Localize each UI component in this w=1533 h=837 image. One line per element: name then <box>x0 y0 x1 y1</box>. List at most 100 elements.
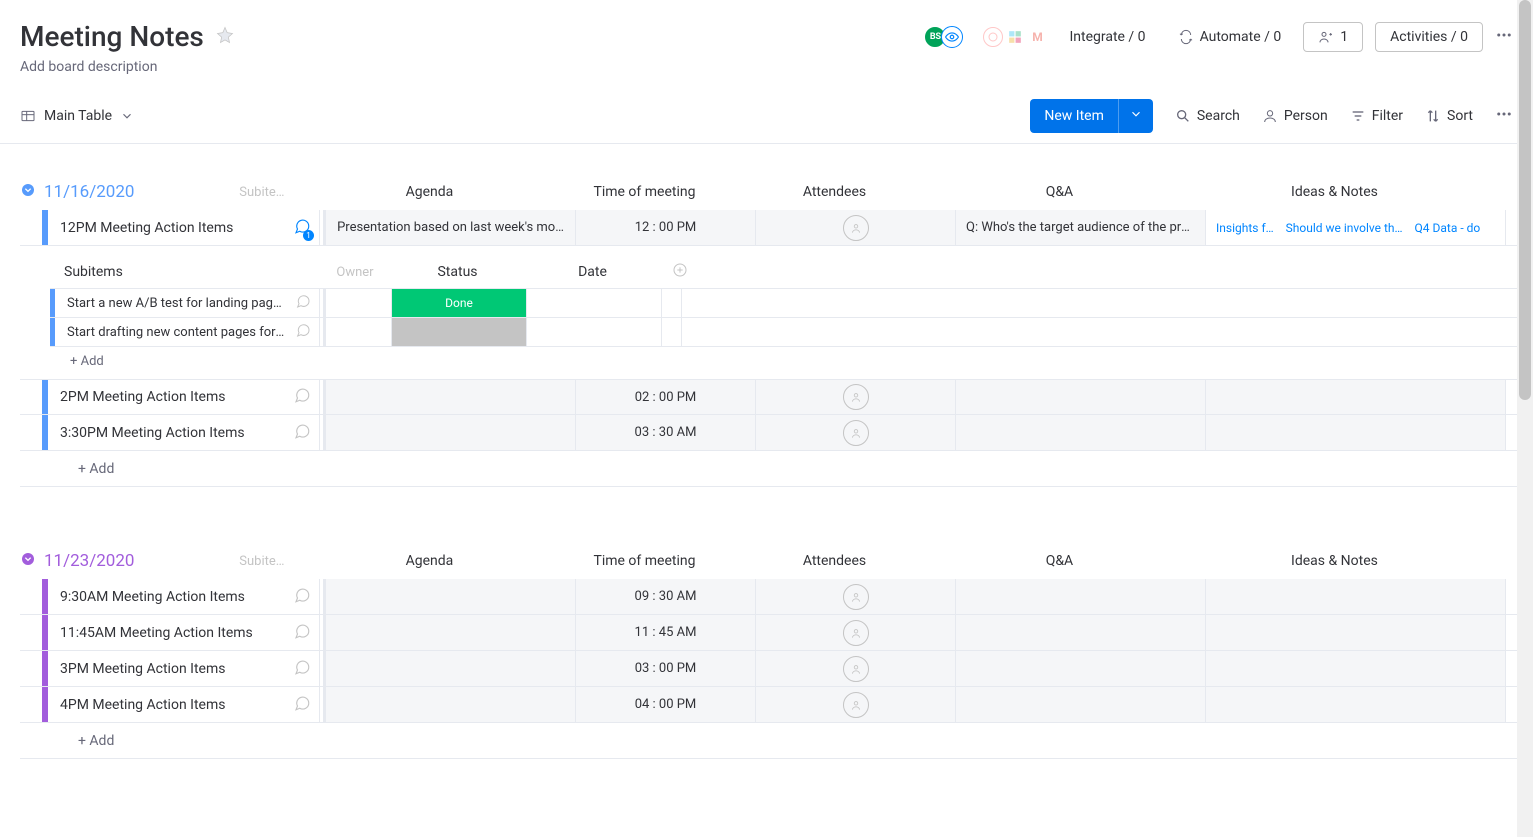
qa-cell[interactable] <box>956 687 1206 722</box>
column-time[interactable]: Time of meeting <box>554 553 734 569</box>
item-name[interactable]: 11:45AM Meeting Action Items <box>60 625 285 641</box>
subitem-row[interactable]: Start a new A/B test for landing page b…… <box>50 288 1533 318</box>
group-add-item[interactable]: + Add <box>20 723 1533 759</box>
ideas-cell[interactable] <box>1206 380 1506 414</box>
favorite-star-icon[interactable] <box>216 25 234 49</box>
agenda-cell[interactable] <box>326 687 576 722</box>
chat-icon[interactable] <box>293 658 311 680</box>
idea-tag[interactable]: Insights f… <box>1216 221 1274 235</box>
avatar-stack[interactable]: BS <box>929 26 963 48</box>
person-filter-button[interactable]: Person <box>1262 108 1328 124</box>
sub-owner-cell[interactable] <box>326 318 392 346</box>
time-cell[interactable]: 03 : 30 AM <box>576 415 756 450</box>
column-qa[interactable]: Q&A <box>934 553 1184 569</box>
automate-button[interactable]: Automate / 0 <box>1168 23 1292 51</box>
chat-icon[interactable] <box>293 622 311 644</box>
sub-date-cell[interactable] <box>527 318 662 346</box>
column-ideas[interactable]: Ideas & Notes <box>1184 553 1484 569</box>
group-add-item[interactable]: + Add <box>20 451 1533 487</box>
qa-cell[interactable] <box>956 415 1206 450</box>
item-name[interactable]: 2PM Meeting Action Items <box>60 389 285 405</box>
chevron-down-icon[interactable] <box>120 109 134 123</box>
attendees-cell[interactable] <box>756 210 956 245</box>
item-name[interactable]: 3:30PM Meeting Action Items <box>60 425 285 441</box>
board-description[interactable]: Add board description <box>20 59 1513 75</box>
qa-cell[interactable] <box>956 615 1206 650</box>
time-cell[interactable]: 12 : 00 PM <box>576 210 756 245</box>
sub-col-name[interactable]: Subitems <box>50 264 320 280</box>
column-qa[interactable]: Q&A <box>934 184 1184 200</box>
time-cell[interactable]: 09 : 30 AM <box>576 579 756 614</box>
table-row[interactable]: 3PM Meeting Action Items 03 : 00 PM <box>20 651 1533 687</box>
ideas-cell[interactable] <box>1206 615 1506 650</box>
group-title[interactable]: 11/23/2020 <box>44 551 134 571</box>
new-item-caret[interactable] <box>1118 99 1153 133</box>
agenda-cell[interactable] <box>326 651 576 686</box>
idea-tag[interactable]: Q4 Data - do <box>1415 221 1481 235</box>
sub-add-column-icon[interactable] <box>660 262 700 282</box>
group-collapse-icon[interactable] <box>20 551 38 571</box>
search-button[interactable]: Search <box>1175 108 1240 124</box>
group-title[interactable]: 11/16/2020 <box>44 182 134 202</box>
board-title[interactable]: Meeting Notes <box>20 20 204 53</box>
subitem-row[interactable]: Start drafting new content pages for cli… <box>50 317 1533 347</box>
subitem-name[interactable]: Start drafting new content pages for cli… <box>67 325 287 340</box>
qa-cell[interactable]: Q: Who's the target audience of the pres… <box>956 210 1206 245</box>
avatar-viewer-icon[interactable] <box>941 26 963 48</box>
sort-button[interactable]: Sort <box>1425 108 1473 124</box>
group-collapse-icon[interactable] <box>20 182 38 202</box>
chat-icon[interactable] <box>293 386 311 408</box>
table-row[interactable]: 12PM Meeting Action Items 1 Presentation… <box>20 210 1533 246</box>
chat-icon[interactable] <box>293 586 311 608</box>
time-cell[interactable]: 11 : 45 AM <box>576 615 756 650</box>
chat-icon[interactable]: 1 <box>293 217 311 239</box>
attendees-cell[interactable] <box>756 579 956 614</box>
attendees-cell[interactable] <box>756 615 956 650</box>
view-selector[interactable]: Main Table <box>20 108 134 124</box>
qa-cell[interactable] <box>956 380 1206 414</box>
column-time[interactable]: Time of meeting <box>554 184 734 200</box>
sub-col-status[interactable]: Status <box>390 264 525 280</box>
table-row[interactable]: 4PM Meeting Action Items 04 : 00 PM <box>20 687 1533 723</box>
attendees-cell[interactable] <box>756 415 956 450</box>
column-attendees[interactable]: Attendees <box>734 553 934 569</box>
agenda-cell[interactable]: Presentation based on last week's mo… <box>326 210 576 245</box>
sub-status-cell[interactable]: Done <box>392 289 527 317</box>
qa-cell[interactable] <box>956 579 1206 614</box>
column-agenda[interactable]: Agenda <box>304 184 554 200</box>
sub-col-owner[interactable]: Owner <box>320 265 390 280</box>
agenda-cell[interactable] <box>326 415 576 450</box>
qa-cell[interactable] <box>956 651 1206 686</box>
sub-date-cell[interactable] <box>527 289 662 317</box>
item-name[interactable]: 4PM Meeting Action Items <box>60 697 285 713</box>
attendees-cell[interactable] <box>756 380 956 414</box>
table-row[interactable]: 3:30PM Meeting Action Items 03 : 30 AM <box>20 415 1533 451</box>
chat-icon[interactable] <box>295 293 311 313</box>
scrollbar[interactable] <box>1517 0 1533 837</box>
table-row[interactable]: 2PM Meeting Action Items 02 : 00 PM <box>20 379 1533 415</box>
time-cell[interactable]: 03 : 00 PM <box>576 651 756 686</box>
time-cell[interactable]: 04 : 00 PM <box>576 687 756 722</box>
ideas-cell[interactable] <box>1206 687 1506 722</box>
sub-col-date[interactable]: Date <box>525 264 660 280</box>
sub-owner-cell[interactable] <box>326 289 392 317</box>
table-row[interactable]: 9:30AM Meeting Action Items 09 : 30 AM <box>20 579 1533 615</box>
item-name[interactable]: 9:30AM Meeting Action Items <box>60 589 285 605</box>
time-cell[interactable]: 02 : 00 PM <box>576 380 756 414</box>
integrate-button[interactable]: Integrate / 0 <box>1059 23 1155 51</box>
table-row[interactable]: 11:45AM Meeting Action Items 11 : 45 AM <box>20 615 1533 651</box>
chat-icon[interactable] <box>293 422 311 444</box>
more-icon[interactable] <box>1495 25 1513 49</box>
toolbar-more-icon[interactable] <box>1495 104 1513 128</box>
subitem-name[interactable]: Start a new A/B test for landing page b… <box>67 296 287 311</box>
members-button[interactable]: 1 <box>1303 22 1363 52</box>
ideas-cell[interactable] <box>1206 415 1506 450</box>
item-name[interactable]: 12PM Meeting Action Items <box>60 220 285 236</box>
scrollbar-thumb[interactable] <box>1519 0 1531 400</box>
sub-status-cell[interactable] <box>392 318 527 346</box>
idea-tag[interactable]: Should we involve th… <box>1286 221 1403 235</box>
attendees-cell[interactable] <box>756 687 956 722</box>
agenda-cell[interactable] <box>326 615 576 650</box>
column-agenda[interactable]: Agenda <box>304 553 554 569</box>
item-name[interactable]: 3PM Meeting Action Items <box>60 661 285 677</box>
